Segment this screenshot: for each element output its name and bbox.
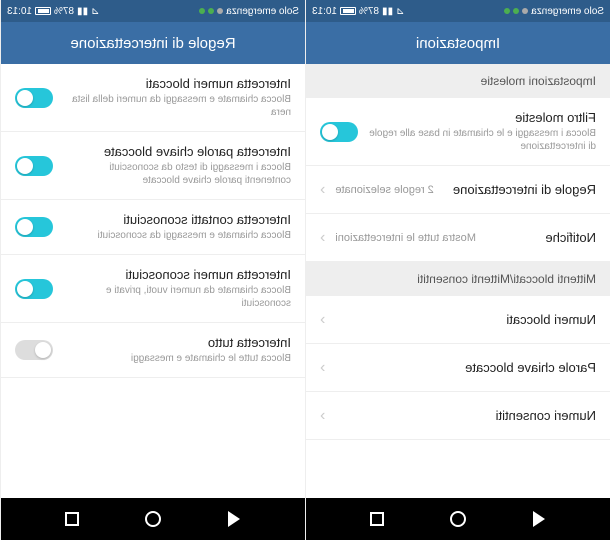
clock: 10:13 [312,6,337,17]
status-dot-icon [199,8,205,14]
intercept-blocked-toggle[interactable] [15,88,53,108]
intercept-all-item[interactable]: Intercetta tutto Blocca tutte le chiamat… [1,323,305,378]
rules-screen: Solo emergenza ⊿ ▮▮ 87% 10:13 Regole di … [0,0,305,540]
section-header-harassment: Impostazioni molestie [306,64,610,98]
battery-icon [340,7,356,15]
intercept-unknown-contacts-title: Intercetta contatti sconosciuti [63,212,291,227]
status-dot-icon [504,8,510,14]
blocked-numbers-title: Numeri bloccati [329,312,596,327]
chevron-right-icon: › [320,359,325,377]
intercept-blocked-item[interactable]: Intercetta numeri bloccati Blocca chiama… [1,64,305,132]
back-button[interactable] [224,509,244,529]
status-dot-icon [208,8,214,14]
allowed-numbers-title: Numeri consentiti [329,408,596,423]
intercept-keywords-title: Intercetta parole chiave bloccate [63,144,291,159]
navigation-bar [306,498,610,540]
blocked-keywords-item[interactable]: Parole chiave bloccate › [306,344,610,392]
status-bar: Solo emergenza ⊿ ▮▮ 87% 10:13 [306,0,610,22]
navigation-bar [1,498,305,540]
rules-content: Intercetta numeri bloccati Blocca chiama… [1,64,305,498]
chevron-right-icon: › [320,181,325,199]
intercept-unknown-contacts-item[interactable]: Intercetta contatti sconosciuti Blocca c… [1,200,305,255]
section-header-allowed: Mittenti bloccati/Mittenti consentiti [306,262,610,296]
signal-icon: ▮▮ [77,6,88,17]
recents-button[interactable] [367,509,387,529]
back-button[interactable] [529,509,549,529]
home-button[interactable] [448,509,468,529]
emergency-text: Solo emergenza [531,6,604,17]
signal-icon: ▮▮ [382,6,393,17]
status-bar: Solo emergenza ⊿ ▮▮ 87% 10:13 [1,0,305,22]
chevron-right-icon: › [320,311,325,329]
intercept-all-desc: Blocca tutte le chiamate e messaggi [63,352,291,365]
status-dot-icon [513,8,519,14]
settings-screen: Solo emergenza ⊿ ▮▮ 87% 10:13 Impostazio… [305,0,610,540]
intercept-blocked-desc: Blocca chiamate e messaggi da numeri del… [63,93,291,119]
intercept-unknown-numbers-desc: Blocca chiamate da numeri vuoti, privati… [63,284,291,310]
blocked-keywords-title: Parole chiave bloccate [329,360,596,375]
filter-harassment-item[interactable]: Filtro molestie Blocca i messaggi e le c… [306,98,610,166]
intercept-unknown-numbers-title: Intercetta numeri sconosciuti [63,267,291,282]
wifi-icon: ⊿ [396,6,404,17]
filter-toggle[interactable] [320,122,358,142]
filter-title: Filtro molestie [368,110,596,125]
notifications-item[interactable]: Notifiche Mostra tutte le intercettazion… [306,214,610,262]
notifications-value: Mostra tutte le intercettazioni [335,232,476,244]
chevron-right-icon: › [320,229,325,247]
settings-content: Impostazioni molestie Filtro molestie Bl… [306,64,610,498]
chevron-right-icon: › [320,407,325,425]
rules-value: 2 regole selezionate [335,184,433,196]
home-button[interactable] [143,509,163,529]
notifications-title: Notifiche [476,230,596,245]
intercept-keywords-item[interactable]: Intercetta parole chiave bloccate Blocca… [1,132,305,200]
page-title: Impostazioni [306,22,610,64]
emergency-text: Solo emergenza [226,6,299,17]
intercept-unknown-contacts-toggle[interactable] [15,217,53,237]
intercept-keywords-toggle[interactable] [15,156,53,176]
clock: 10:13 [7,6,32,17]
wifi-icon: ⊿ [91,6,99,17]
intercept-rules-item[interactable]: Regole di intercettazione 2 regole selez… [306,166,610,214]
intercept-unknown-numbers-item[interactable]: Intercetta numeri sconosciuti Blocca chi… [1,255,305,323]
status-dot-icon [217,8,223,14]
recents-button[interactable] [62,509,82,529]
battery-icon [35,7,51,15]
allowed-numbers-item[interactable]: Numeri consentiti › [306,392,610,440]
page-title: Regole di intercettazione [1,22,305,64]
filter-desc: Blocca i messaggi e le chiamate in base … [368,127,596,153]
intercept-unknown-contacts-desc: Blocca chiamate e messaggi da sconosciut… [63,229,291,242]
battery-pct: 87% [54,6,74,17]
intercept-blocked-title: Intercetta numeri bloccati [63,76,291,91]
intercept-keywords-desc: Blocca i messaggi di testo da sconosciut… [63,161,291,187]
rules-title: Regole di intercettazione [434,182,596,197]
blocked-numbers-item[interactable]: Numeri bloccati › [306,296,610,344]
intercept-unknown-numbers-toggle[interactable] [15,279,53,299]
status-dot-icon [522,8,528,14]
battery-pct: 87% [359,6,379,17]
intercept-all-title: Intercetta tutto [63,335,291,350]
intercept-all-toggle[interactable] [15,340,53,360]
